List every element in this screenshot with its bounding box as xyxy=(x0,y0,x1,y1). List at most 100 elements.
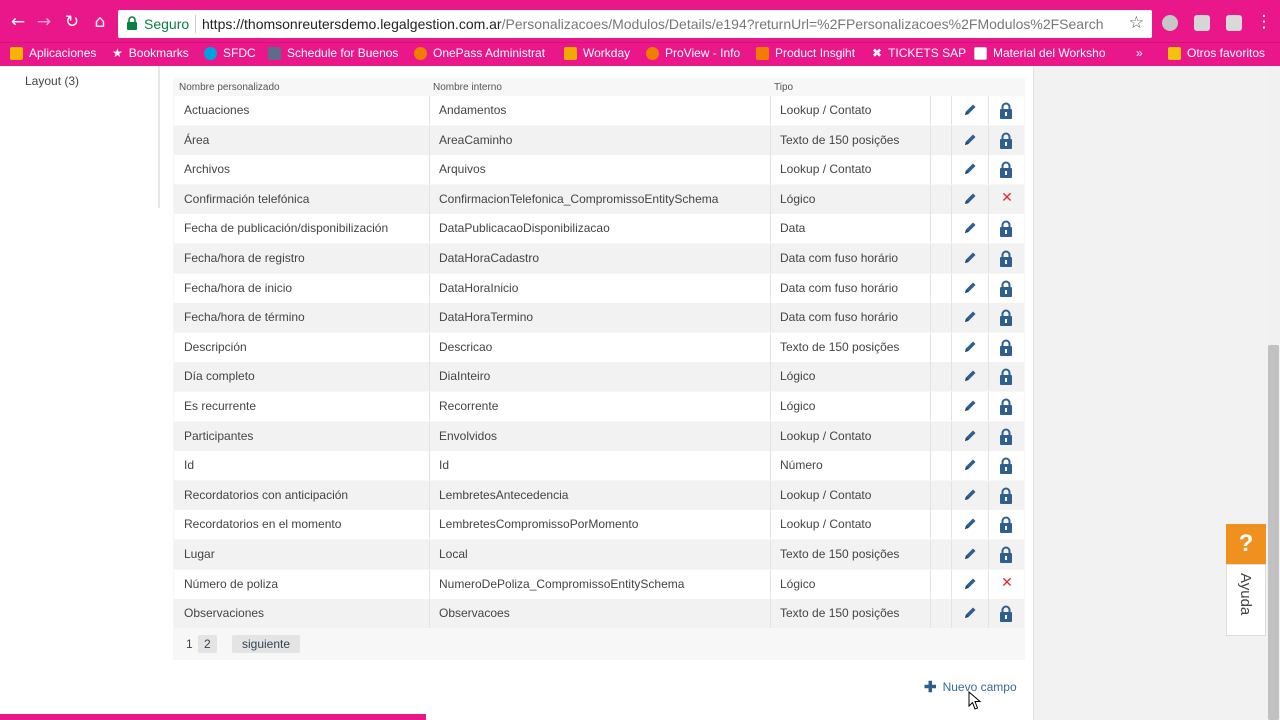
column-header-internal[interactable]: Nombre interno xyxy=(433,82,502,93)
onepass-icon xyxy=(414,46,427,60)
next-page-link[interactable]: siguiente xyxy=(232,635,301,653)
url-text[interactable]: https://thomsonreutersdemo.legalgestion.… xyxy=(202,16,1104,32)
reload-icon[interactable]: ↻ xyxy=(62,12,82,32)
edit-pencil-icon[interactable] xyxy=(962,487,978,503)
lock-icon xyxy=(1000,280,1012,297)
star-icon: ★ xyxy=(112,46,123,60)
cell-internal-name: DataHoraInicio xyxy=(439,281,519,295)
column-divider xyxy=(429,214,430,243)
edit-pencil-icon[interactable] xyxy=(962,576,978,592)
scrollbar-thumb[interactable] xyxy=(1268,345,1279,720)
edit-pencil-icon[interactable] xyxy=(962,339,978,355)
edit-pencil-icon[interactable] xyxy=(962,605,978,621)
lock-icon xyxy=(1000,250,1012,267)
edit-pencil-icon[interactable] xyxy=(962,220,978,236)
back-icon[interactable]: ← xyxy=(8,12,28,32)
cell-custom-name: Id xyxy=(184,458,195,472)
edit-pencil-icon[interactable] xyxy=(962,250,978,266)
cell-internal-name: ConfirmacionTelefonica_CompromissoEntity… xyxy=(439,192,719,206)
bookmark-item[interactable]: Product Insgiht xyxy=(756,46,855,60)
edit-pencil-icon[interactable] xyxy=(962,428,978,444)
column-divider xyxy=(429,362,430,391)
column-divider xyxy=(429,510,430,539)
column-divider xyxy=(988,96,989,125)
lock-icon xyxy=(1000,309,1012,326)
edit-pencil-icon[interactable] xyxy=(962,516,978,532)
column-divider xyxy=(930,185,931,214)
bookmark-item[interactable]: Workday xyxy=(564,46,630,60)
column-divider xyxy=(988,362,989,391)
delete-icon[interactable]: ✕ xyxy=(1000,190,1014,207)
forward-icon[interactable]: → xyxy=(34,12,54,32)
bookmark-item[interactable]: ProView - Info xyxy=(646,46,740,60)
cell-custom-name: Día completo xyxy=(184,369,255,383)
column-divider xyxy=(930,214,931,243)
column-divider xyxy=(770,214,771,243)
bookmark-item[interactable]: Otros favoritos xyxy=(1168,46,1265,60)
bookmark-item[interactable]: Schedule for Buenos xyxy=(268,46,398,60)
column-divider xyxy=(930,274,931,303)
column-header-name[interactable]: Nombre personalizado xyxy=(179,82,280,93)
pdf-extension-icon[interactable] xyxy=(1226,15,1242,31)
delete-icon[interactable]: ✕ xyxy=(1000,575,1014,592)
table-row: Actuaciones Andamentos Lookup / Contato xyxy=(174,96,1024,125)
edit-pencil-icon[interactable] xyxy=(962,546,978,562)
column-divider xyxy=(770,362,771,391)
column-divider xyxy=(770,126,771,155)
bookmark-item[interactable]: SFDC xyxy=(204,46,256,60)
cell-type: Lookup / Contato xyxy=(780,517,872,531)
edit-pencil-icon[interactable] xyxy=(962,457,978,473)
column-header-type[interactable]: Tipo xyxy=(774,82,793,93)
bookmark-star-icon[interactable]: ☆ xyxy=(1129,13,1144,33)
lock-icon xyxy=(1000,220,1012,237)
help-button[interactable]: ? xyxy=(1226,524,1266,564)
url-path: /Personalizacoes/Modulos/Details/e194?re… xyxy=(501,16,1104,32)
address-bar[interactable]: Seguro https://thomsonreutersdemo.legalg… xyxy=(118,10,1152,38)
cell-custom-name: Participantes xyxy=(184,429,254,443)
column-divider xyxy=(429,333,430,362)
edit-pencil-icon[interactable] xyxy=(962,309,978,325)
column-divider xyxy=(770,244,771,273)
table-row: Descripción Descricao Texto de 150 posiç… xyxy=(174,333,1024,362)
column-divider xyxy=(951,570,952,599)
edit-pencil-icon[interactable] xyxy=(962,191,978,207)
column-divider xyxy=(770,422,771,451)
cell-internal-name: DataPublicacaoDisponibilizacao xyxy=(439,221,610,235)
pagination: 1 2 siguiente xyxy=(174,630,1024,658)
bookmark-item[interactable]: ✖ TICKETS SAP xyxy=(872,46,966,60)
page-2-link[interactable]: 2 xyxy=(198,635,217,653)
cell-custom-name: Fecha/hora de inicio xyxy=(184,281,293,295)
column-divider xyxy=(951,510,952,539)
column-divider xyxy=(770,599,771,628)
edit-pencil-icon[interactable] xyxy=(962,368,978,384)
column-divider xyxy=(951,126,952,155)
column-divider xyxy=(429,422,430,451)
bookmark-item[interactable]: OnePass Administrat xyxy=(414,46,545,60)
bookmark-item[interactable]: Material del Worksho xyxy=(974,46,1106,60)
lock-icon xyxy=(1000,102,1012,119)
menu-icon[interactable]: ⋮ xyxy=(1254,12,1274,32)
bookmarks-overflow[interactable]: » xyxy=(1136,46,1143,60)
bookmark-item[interactable]: Aplicaciones xyxy=(10,46,96,60)
column-divider xyxy=(930,244,931,273)
column-divider xyxy=(988,570,989,599)
column-divider xyxy=(988,392,989,421)
home-icon[interactable]: ⌂ xyxy=(90,12,110,32)
sidebar-item-layout[interactable]: Layout (3) xyxy=(25,74,79,88)
column-divider xyxy=(429,185,430,214)
cell-internal-name: Arquivos xyxy=(439,162,486,176)
lock-icon xyxy=(1000,487,1012,504)
extension-icon[interactable] xyxy=(1194,15,1210,31)
column-divider xyxy=(988,333,989,362)
bookmark-item[interactable]: ★ Bookmarks xyxy=(112,46,189,60)
cell-custom-name: Área xyxy=(184,133,210,147)
edit-pencil-icon[interactable] xyxy=(962,102,978,118)
edit-pencil-icon[interactable] xyxy=(962,398,978,414)
edit-pencil-icon[interactable] xyxy=(962,161,978,177)
lock-icon xyxy=(1000,161,1012,178)
table-row: Observaciones Observacoes Texto de 150 p… xyxy=(174,599,1024,628)
edit-pencil-icon[interactable] xyxy=(962,132,978,148)
extension-icon[interactable] xyxy=(1162,15,1178,31)
help-tab[interactable]: Ayuda xyxy=(1226,564,1266,636)
edit-pencil-icon[interactable] xyxy=(962,280,978,296)
